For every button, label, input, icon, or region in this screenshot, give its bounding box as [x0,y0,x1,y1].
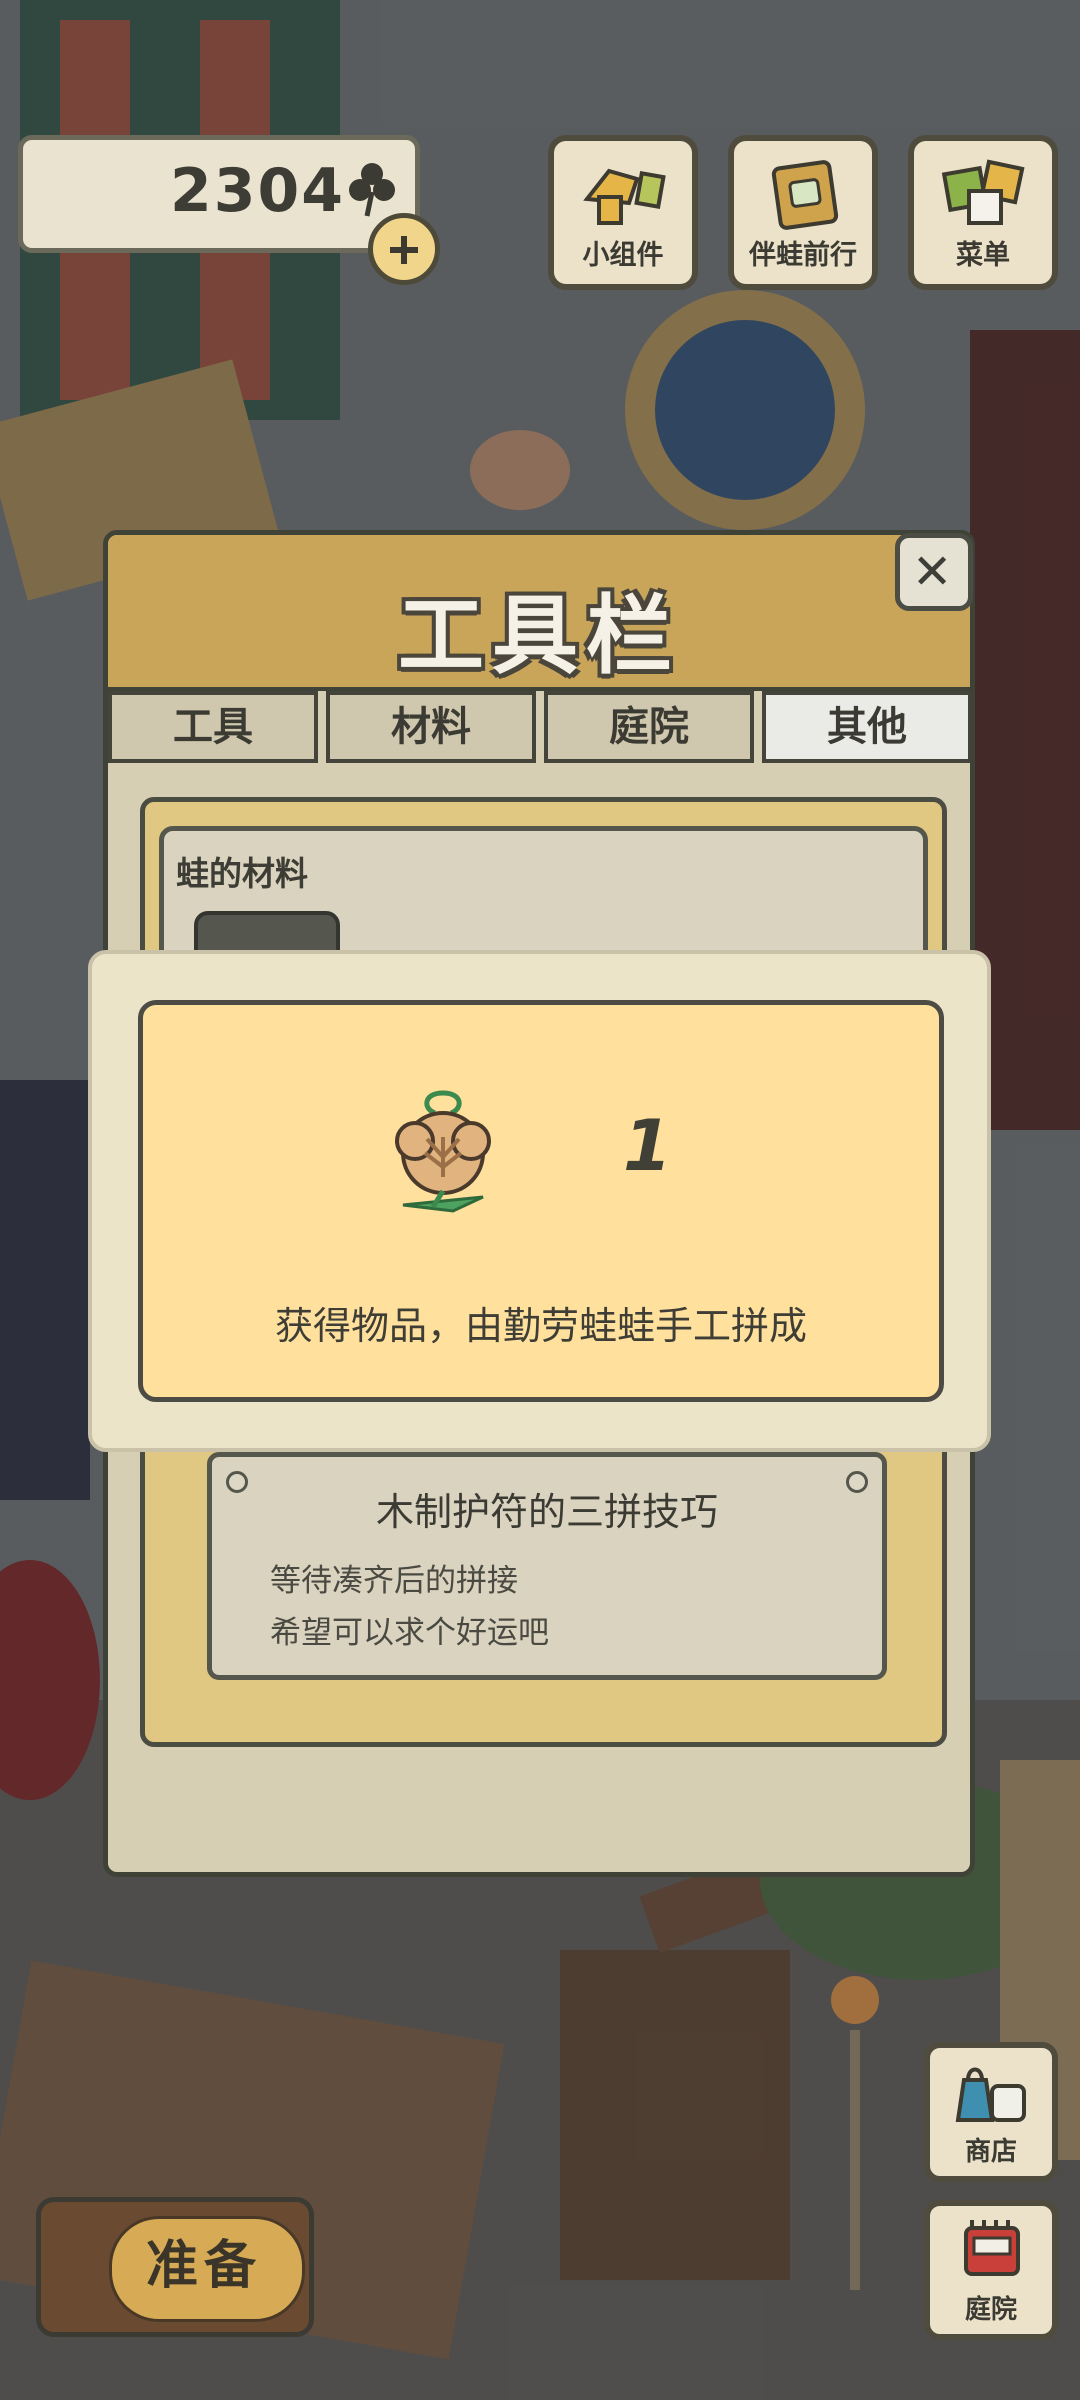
item-description-line: 希望可以求个好运吧 [270,1615,549,1651]
widget-icon [583,168,666,225]
ready-button[interactable]: 准备 [36,2197,314,2337]
tab-courtyard[interactable]: 庭院 [544,691,754,763]
shop-bag-icon [955,2067,1026,2122]
toolbar-header: 工具栏 [108,535,970,691]
courtyard-icon [964,2220,1020,2276]
close-button[interactable]: ✕ [895,533,973,611]
frog-materials-section: 蛙的材料 [159,826,928,999]
item-description-card: 木制护符的三拼技巧 等待凑齐后的拼接 希望可以求个好运吧 [207,1452,887,1680]
tab-other[interactable]: 其他 [762,691,970,763]
wooden-charm-icon [395,1090,491,1213]
reward-popup[interactable]: 1 获得物品，由勤劳蛙蛙手工拼成 [88,950,991,1452]
courtyard-button[interactable]: 庭院 [924,2200,1058,2340]
ready-label: 准备 [145,2236,262,2296]
toolbar-title: 工具栏 [398,586,680,686]
toolbar-tabs: 工具 材料 庭院 其他 [108,687,970,767]
reward-message: 获得物品，由勤劳蛙蛙手工拼成 [274,1304,807,1348]
journey-book-icon [771,160,839,230]
item-description-line: 等待凑齐后的拼接 [270,1563,518,1599]
tab-materials[interactable]: 材料 [326,691,536,763]
reward-content: 1 获得物品，由勤劳蛙蛙手工拼成 [138,1000,944,1402]
section-title: 蛙的材料 [176,854,308,893]
journey-button[interactable]: 伴蛙前行 [728,135,878,290]
clover-counter: 2304 [18,135,420,253]
clover-count: 2304 [170,156,345,226]
shop-label: 商店 [964,2137,1017,2167]
shop-button[interactable]: 商店 [924,2042,1058,2182]
menu-label: 菜单 [956,240,1010,271]
close-icon: ✕ [912,544,953,600]
item-name: 木制护符的三拼技巧 [375,1490,718,1534]
reward-count: 1 [623,1105,672,1187]
menu-button[interactable]: 菜单 [908,135,1058,290]
menu-icon [941,159,1025,225]
clover-icon [349,163,395,217]
tab-tools[interactable]: 工具 [108,691,318,763]
widget-label: 小组件 [582,240,664,271]
courtyard-label: 庭院 [964,2295,1017,2325]
journey-label: 伴蛙前行 [749,240,857,271]
add-clover-button[interactable] [368,213,440,285]
widget-button[interactable]: 小组件 [548,135,698,290]
